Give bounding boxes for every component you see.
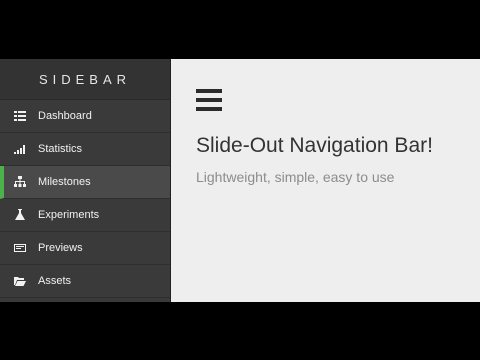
sitemap-icon — [14, 176, 26, 188]
sidebar-title: SIDEBAR — [0, 59, 170, 100]
page-title: Slide-Out Navigation Bar! — [196, 134, 433, 157]
hamburger-bar — [196, 107, 222, 111]
sidebar-item-label: Statistics — [38, 143, 83, 155]
grid-icon — [14, 110, 26, 122]
signal-bars-icon — [14, 143, 26, 155]
sidebar-item-milestones[interactable]: Milestones — [0, 166, 170, 199]
hamburger-icon[interactable] — [196, 89, 222, 111]
folder-open-icon — [14, 275, 26, 287]
card-icon — [14, 242, 26, 254]
sidebar-menu: Dashboard Statistics Milestones Experime… — [0, 100, 170, 298]
sidebar-item-label: Milestones — [38, 176, 91, 188]
sidebar-item-label: Dashboard — [38, 110, 92, 122]
hamburger-bar — [196, 89, 222, 93]
sidebar-item-previews[interactable]: Previews — [0, 232, 170, 265]
sidebar-item-label: Previews — [38, 242, 83, 254]
sidebar-item-label: Experiments — [38, 209, 100, 221]
main-content: Slide-Out Navigation Bar! Lightweight, s… — [171, 59, 480, 302]
sidebar-item-experiments[interactable]: Experiments — [0, 199, 170, 232]
flask-icon — [14, 209, 26, 221]
sidebar-item-dashboard[interactable]: Dashboard — [0, 100, 170, 133]
sidebar-item-assets[interactable]: Assets — [0, 265, 170, 298]
page-subtitle: Lightweight, simple, easy to use — [196, 169, 395, 185]
sidebar: SIDEBAR Dashboard Statistics Milestones — [0, 59, 171, 302]
sidebar-item-label: Assets — [38, 275, 72, 287]
app-frame: SIDEBAR Dashboard Statistics Milestones — [0, 59, 480, 302]
hamburger-bar — [196, 98, 222, 102]
sidebar-item-statistics[interactable]: Statistics — [0, 133, 170, 166]
